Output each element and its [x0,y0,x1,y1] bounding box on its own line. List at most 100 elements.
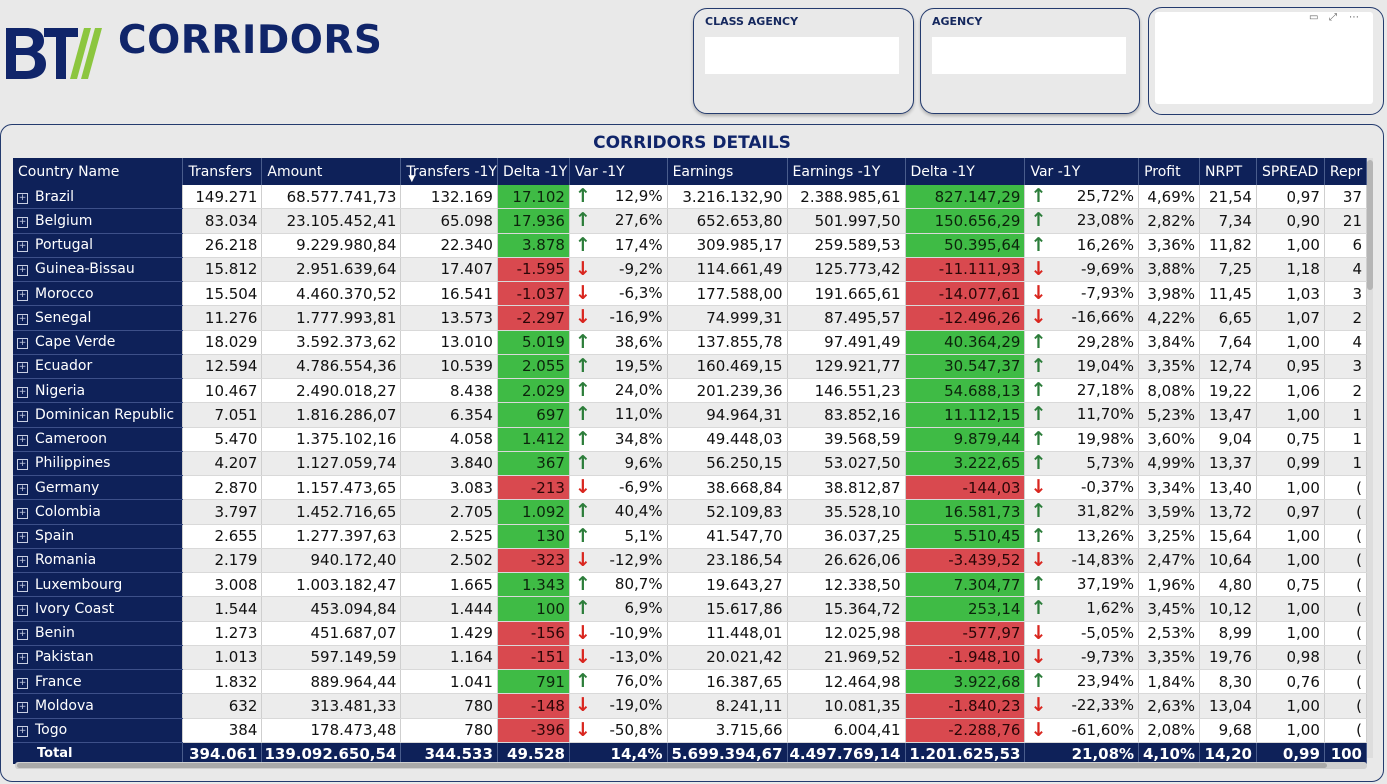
country-cell[interactable]: + Belgium [13,208,184,234]
expand-plus-icon[interactable]: + [17,192,28,204]
expand-plus-icon[interactable]: + [17,483,28,495]
col-amount[interactable]: Amount [261,158,402,185]
expand-plus-icon[interactable]: + [17,265,28,277]
table-row[interactable]: + Germany 2.870 1.157.473,65 3.083 -213 ↓ -6,9%… [13,475,1367,501]
col-earnings-1y[interactable]: Earnings -1Y [787,158,906,185]
horizontal-scroll-thumb[interactable] [17,763,1327,768]
table-row[interactable]: + Guinea-Bissau 15.812 2.951.639,64 17.407 -1… [13,257,1367,283]
country-cell[interactable]: + Guinea-Bissau [13,257,184,283]
sort-descending-icon: ▼ [408,174,416,184]
col-nrpt[interactable]: NRPT [1199,158,1257,185]
table-row[interactable]: + Luxembourg 3.008 1.003.182,47 1.665 1.343 ↑ 8… [13,572,1367,598]
expand-plus-icon[interactable]: + [17,532,28,544]
expand-plus-icon[interactable]: + [17,313,28,325]
class-agency-dropdown[interactable] [705,37,899,74]
col-spread[interactable]: SPREAD [1256,158,1325,185]
col-profit[interactable]: Profit [1138,158,1201,185]
country-cell[interactable]: + Nigeria [13,378,184,404]
table-row[interactable]: + Togo 384 178.473,48 780 -396 ↓ -50,8% 3.715,66… [13,718,1367,743]
table-row[interactable]: + Belgium 83.034 23.105.452,41 65.098 17.936 ↑… [13,208,1367,234]
expand-plus-icon[interactable]: + [17,241,28,253]
table-row[interactable]: + Brazil 149.271 68.577.741,73 132.169 17.102… [13,185,1367,210]
agency-slicer[interactable]: AGENCY [920,8,1140,114]
table-row[interactable]: + Benin 1.273 451.687,07 1.429 -156 ↓ -10,9% 11.… [13,621,1367,646]
country-cell[interactable]: + Togo [13,718,184,743]
col-var-1y[interactable]: Var -1Y [569,158,668,185]
col-earnings-delta-1y[interactable]: Delta -1Y [905,158,1026,185]
expand-plus-icon[interactable]: + [17,556,28,568]
expand-plus-icon[interactable]: + [17,580,28,592]
table-row[interactable]: + Colombia 3.797 1.452.716,65 2.705 1.092 ↑ 40,… [13,499,1367,525]
profit-cell: 3,25% [1138,524,1201,549]
expand-plus-icon[interactable]: + [17,435,28,447]
table-row[interactable]: + Moldova 632 313.481,33 780 -148 ↓ -19,0% 8.241… [13,693,1367,719]
table-row[interactable]: + Romania 2.179 940.172,40 2.502 -323 ↓ -12,9% 2… [13,548,1367,574]
country-cell[interactable]: + Cape Verde [13,330,184,355]
country-cell[interactable]: + Moldova [13,693,184,719]
focus-mode-icon[interactable]: ⤢ [1329,12,1337,23]
expand-plus-icon[interactable]: + [17,362,28,374]
country-cell[interactable]: + Cameroon [13,427,184,452]
country-cell[interactable]: + Spain [13,524,184,549]
table-row[interactable]: + Nigeria 10.467 2.490.018,27 8.438 2.029 ↑ 24,… [13,378,1367,404]
country-cell[interactable]: + Morocco [13,281,184,307]
table-row[interactable]: + Dominican Republic 7.051 1.816.286,07 6.35… [13,402,1367,428]
col-country-name[interactable]: Country Name [13,158,184,185]
expand-plus-icon[interactable]: + [17,653,28,665]
vertical-scroll-thumb[interactable] [1367,160,1373,290]
table-row[interactable]: + Ecuador 12.594 4.786.554,36 10.539 2.055 ↑ 19… [13,354,1367,380]
country-cell[interactable]: + Portugal [13,233,184,258]
expand-plus-icon[interactable]: + [17,726,28,738]
table-row[interactable]: + Cameroon 5.470 1.375.102,16 4.058 1.412 ↑ 34,… [13,427,1367,452]
table-row[interactable]: + Cape Verde 18.029 3.592.373,62 13.010 5.019… [13,330,1367,355]
table-row[interactable]: + Morocco 15.504 4.460.370,52 16.541 -1.037 ↓ -… [13,281,1367,307]
col-repr[interactable]: Repr [1324,158,1367,185]
class-agency-slicer[interactable]: CLASS AGENCY [693,8,914,114]
filter-icon[interactable]: ▭ [1309,12,1318,23]
expand-plus-icon[interactable]: + [17,629,28,641]
table-row[interactable]: + France 1.832 889.964,44 1.041 791 ↑ 76,0% 16.3… [13,669,1367,695]
country-cell[interactable]: + Senegal [13,305,184,331]
country-cell[interactable]: + Brazil [13,185,184,210]
expand-plus-icon[interactable]: + [17,386,28,398]
expand-plus-icon[interactable]: + [17,410,28,422]
expand-plus-icon[interactable]: + [17,701,28,713]
table-row[interactable]: + Senegal 11.276 1.777.993,81 13.573 -2.297 ↓ -… [13,305,1367,331]
country-cell[interactable]: + Germany [13,475,184,501]
table-row[interactable]: + Spain 2.655 1.277.397,63 2.525 130 ↑ 5,1% 41.5… [13,524,1367,549]
country-cell[interactable]: + Luxembourg [13,572,184,598]
expand-plus-icon[interactable]: + [17,216,28,228]
table-row[interactable]: + Pakistan 1.013 597.149,59 1.164 -151 ↓ -13,0%… [13,645,1367,671]
expand-plus-icon[interactable]: + [17,604,28,616]
more-options-icon[interactable]: ⋯ [1349,12,1359,23]
col-transfers[interactable]: Transfers [182,158,263,185]
spread-cell: 1,03 [1256,281,1325,307]
country-cell[interactable]: + Benin [13,621,184,646]
table-row[interactable]: + Ivory Coast 1.544 453.094,84 1.444 100 ↑ 6,9%… [13,596,1367,622]
blank-visual-card[interactable]: ▭ ⤢ ⋯ [1148,7,1384,115]
col-transfers-1y[interactable]: Transfers -1Y ▼ [400,158,498,185]
expand-plus-icon[interactable]: + [17,677,28,689]
expand-plus-icon[interactable]: + [17,289,28,301]
country-cell[interactable]: + France [13,669,184,695]
country-cell[interactable]: + Pakistan [13,645,184,671]
col-earnings[interactable]: Earnings [667,158,788,185]
earnings-delta-1y-cell: 5.510,45 [905,524,1026,549]
agency-dropdown[interactable] [932,37,1126,74]
expand-plus-icon[interactable]: + [17,459,28,471]
vertical-scrollbar[interactable] [1367,158,1373,758]
country-cell[interactable]: + Philippines [13,451,184,477]
col-earnings-var-1y[interactable]: Var -1Y [1024,158,1140,185]
country-cell[interactable]: + Colombia [13,499,184,525]
country-cell[interactable]: + Ivory Coast [13,596,184,622]
corridors-matrix[interactable]: Country Name Transfers Amount Transfers … [13,158,1367,764]
country-cell[interactable]: + Ecuador [13,354,184,380]
expand-plus-icon[interactable]: + [17,507,28,519]
horizontal-scrollbar[interactable] [15,762,1367,769]
expand-plus-icon[interactable]: + [17,338,28,350]
col-delta-1y[interactable]: Delta -1Y [497,158,570,185]
table-row[interactable]: + Philippines 4.207 1.127.059,74 3.840 367 ↑ 9,… [13,451,1367,477]
country-cell[interactable]: + Dominican Republic [13,402,184,428]
country-cell[interactable]: + Romania [13,548,184,574]
table-row[interactable]: + Portugal 26.218 9.229.980,84 22.340 3.878 ↑ 1… [13,233,1367,258]
